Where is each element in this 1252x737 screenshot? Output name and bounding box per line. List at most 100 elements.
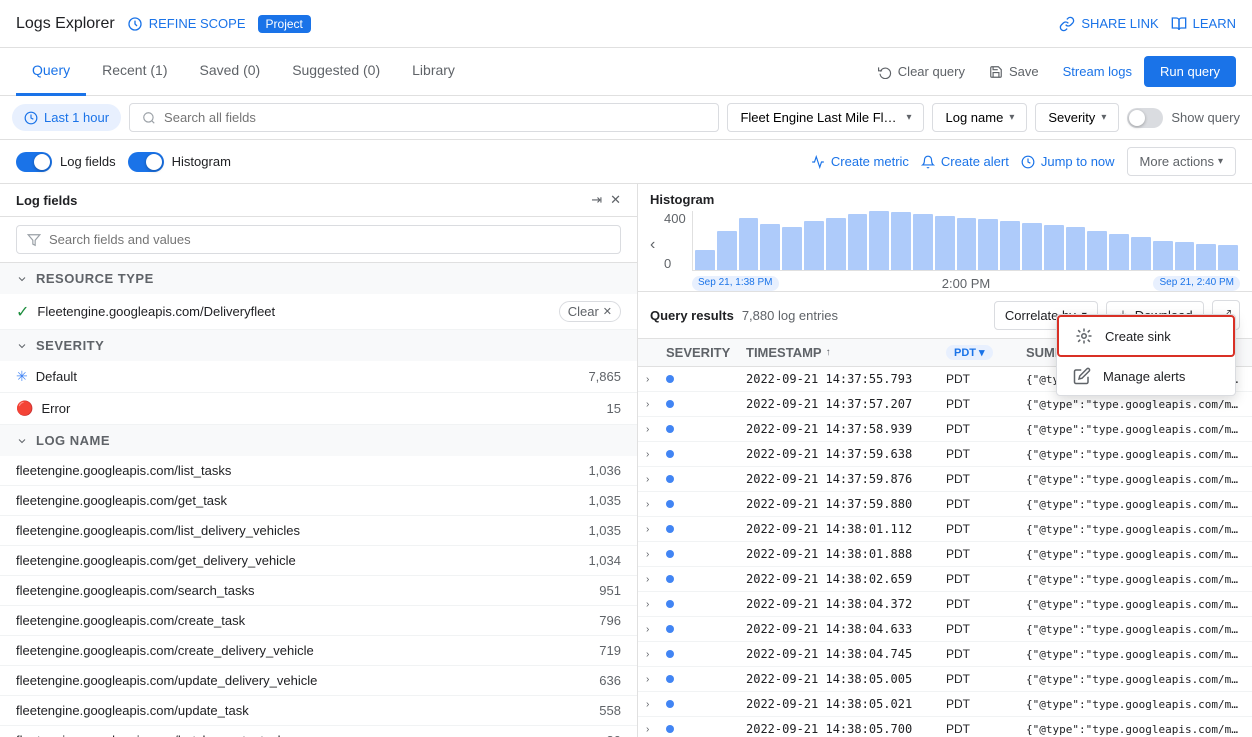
tab-suggested[interactable]: Suggested (0) xyxy=(276,48,396,96)
collapse-panel-button[interactable]: ✕ xyxy=(610,192,621,208)
list-item[interactable]: fleetengine.googleapis.com/create_task 7… xyxy=(0,606,637,636)
table-row[interactable]: › 2022-09-21 14:38:02.659 PDT {"@type":"… xyxy=(638,567,1252,592)
pdt-badge-header: PDT ▾ xyxy=(946,345,993,360)
tab-saved[interactable]: Saved (0) xyxy=(183,48,276,96)
field-item-deliveryfleet[interactable]: ✓ Fleetengine.googleapis.com/Deliveryfle… xyxy=(0,294,637,330)
table-row[interactable]: › 2022-09-21 14:37:59.638 PDT {"@type":"… xyxy=(638,442,1252,467)
table-row[interactable]: › 2022-09-21 14:37:59.880 PDT {"@type":"… xyxy=(638,492,1252,517)
row-expand-toggle[interactable]: › xyxy=(646,374,666,385)
histogram-bars xyxy=(692,211,1240,271)
table-row[interactable]: › 2022-09-21 14:38:04.745 PDT {"@type":"… xyxy=(638,642,1252,667)
row-expand-toggle[interactable]: › xyxy=(646,474,666,485)
log-count-7: 719 xyxy=(599,643,621,658)
list-item[interactable]: fleetengine.googleapis.com/update_delive… xyxy=(0,666,637,696)
list-item[interactable]: fleetengine.googleapis.com/get_delivery_… xyxy=(0,546,637,576)
log-name-section-header[interactable]: LOG NAME xyxy=(0,425,637,456)
row-summary-cell: {"@type":"type.googleapis.com/maps.fleet… xyxy=(1026,548,1244,561)
row-expand-toggle[interactable]: › xyxy=(646,499,666,510)
clear-query-label: Clear query xyxy=(898,64,965,79)
more-actions-button[interactable]: More actions ▾ xyxy=(1127,147,1236,176)
learn-button[interactable]: LEARN xyxy=(1171,16,1236,32)
clear-field-button[interactable]: Clear ✕ xyxy=(559,301,621,322)
clear-query-button[interactable]: Clear query xyxy=(866,58,977,85)
histogram-section: Histogram ‹ 400 0 Sep 21, 1:38 PM 2:00 P… xyxy=(638,184,1252,292)
create-metric-button[interactable]: Create metric xyxy=(811,154,909,169)
manage-alerts-label: Manage alerts xyxy=(1103,369,1185,384)
row-severity-cell xyxy=(666,400,746,408)
table-row[interactable]: › 2022-09-21 14:38:05.005 PDT {"@type":"… xyxy=(638,667,1252,692)
table-row[interactable]: › 2022-09-21 14:38:04.633 PDT {"@type":"… xyxy=(638,617,1252,642)
share-link-label: SHARE LINK xyxy=(1081,16,1158,31)
severity-dropdown[interactable]: Severity ▾ xyxy=(1035,103,1119,132)
share-link-button[interactable]: SHARE LINK xyxy=(1059,16,1158,32)
time-range-button[interactable]: Last 1 hour xyxy=(12,104,121,131)
tab-recent[interactable]: Recent (1) xyxy=(86,48,183,96)
show-query-toggle-container: Show query xyxy=(1127,108,1240,128)
list-item[interactable]: fleetengine.googleapis.com/list_tasks 1,… xyxy=(0,456,637,486)
table-row[interactable]: › 2022-09-21 14:38:05.700 PDT {"@type":"… xyxy=(638,717,1252,737)
row-pdt-cell: PDT xyxy=(946,722,1026,736)
list-item[interactable]: fleetengine.googleapis.com/get_task 1,03… xyxy=(0,486,637,516)
list-item[interactable]: fleetengine.googleapis.com/batch_create_… xyxy=(0,726,637,737)
show-query-toggle[interactable] xyxy=(1127,108,1163,128)
table-row[interactable]: › 2022-09-21 14:38:05.021 PDT {"@type":"… xyxy=(638,692,1252,717)
row-expand-toggle[interactable]: › xyxy=(646,699,666,710)
table-row[interactable]: › 2022-09-21 14:37:59.876 PDT {"@type":"… xyxy=(638,467,1252,492)
dropdown-item-manage-alerts[interactable]: Manage alerts xyxy=(1057,357,1235,395)
field-item-default[interactable]: ✳ Default 7,865 xyxy=(0,361,637,393)
list-item[interactable]: fleetengine.googleapis.com/list_delivery… xyxy=(0,516,637,546)
resource-dropdown[interactable]: Fleet Engine Last Mile Fle... ▾ xyxy=(727,103,924,132)
row-timestamp-cell: 2022-09-21 14:37:58.939 xyxy=(746,422,946,436)
search-input[interactable] xyxy=(164,110,706,125)
row-expand-toggle[interactable]: › xyxy=(646,574,666,585)
create-alert-button[interactable]: Create alert xyxy=(921,154,1009,169)
row-expand-toggle[interactable]: › xyxy=(646,524,666,535)
row-expand-toggle[interactable]: › xyxy=(646,549,666,560)
list-item[interactable]: fleetengine.googleapis.com/create_delive… xyxy=(0,636,637,666)
log-name-dropdown[interactable]: Log name ▾ xyxy=(932,103,1027,132)
row-expand-toggle[interactable]: › xyxy=(646,674,666,685)
tab-query[interactable]: Query xyxy=(16,48,86,96)
histogram-toggle[interactable] xyxy=(128,152,164,172)
row-expand-toggle[interactable]: › xyxy=(646,424,666,435)
table-row[interactable]: › 2022-09-21 14:37:58.939 PDT {"@type":"… xyxy=(638,417,1252,442)
table-row[interactable]: › 2022-09-21 14:38:04.372 PDT {"@type":"… xyxy=(638,592,1252,617)
topbar: Logs Explorer REFINE SCOPE Project SHARE… xyxy=(0,0,1252,48)
row-expand-toggle[interactable]: › xyxy=(646,649,666,660)
expand-icon: ⇥ xyxy=(591,192,602,207)
histogram-nav-left[interactable]: ‹ xyxy=(650,236,655,254)
dropdown-item-create-sink[interactable]: Create sink xyxy=(1057,315,1235,357)
query-results-count: 7,880 log entries xyxy=(742,308,838,323)
row-expand-toggle[interactable]: › xyxy=(646,449,666,460)
save-button[interactable]: Save xyxy=(977,58,1051,85)
jump-to-now-button[interactable]: Jump to now xyxy=(1021,154,1115,169)
table-row[interactable]: › 2022-09-21 14:38:01.112 PDT {"@type":"… xyxy=(638,517,1252,542)
severity-section-label: SEVERITY xyxy=(36,338,104,353)
chevron-down-icon xyxy=(16,340,28,352)
list-item[interactable]: fleetengine.googleapis.com/update_task 5… xyxy=(0,696,637,726)
log-count-8: 636 xyxy=(599,673,621,688)
search-fields-input[interactable] xyxy=(49,232,610,247)
refine-scope-button[interactable]: REFINE SCOPE xyxy=(127,16,246,32)
table-row[interactable]: › 2022-09-21 14:38:01.888 PDT {"@type":"… xyxy=(638,542,1252,567)
histogram-bar xyxy=(913,214,933,270)
row-expand-toggle[interactable]: › xyxy=(646,724,666,735)
log-fields-toggle[interactable] xyxy=(16,152,52,172)
run-query-button[interactable]: Run query xyxy=(1144,56,1236,87)
row-expand-toggle[interactable]: › xyxy=(646,399,666,410)
list-item[interactable]: fleetengine.googleapis.com/search_tasks … xyxy=(0,576,637,606)
stream-logs-button[interactable]: Stream logs xyxy=(1051,58,1144,85)
error-severity-icon: 🔴 xyxy=(16,400,33,417)
tab-library[interactable]: Library xyxy=(396,48,471,96)
jump-to-now-label: Jump to now xyxy=(1041,154,1115,169)
severity-section-header[interactable]: SEVERITY xyxy=(0,330,637,361)
resource-type-section-header[interactable]: RESOURCE TYPE xyxy=(0,263,637,294)
create-sink-label: Create sink xyxy=(1105,329,1171,344)
col-timestamp-header[interactable]: TIMESTAMP ↑ xyxy=(746,345,946,360)
log-count-9: 558 xyxy=(599,703,621,718)
field-item-error[interactable]: 🔴 Error 15 xyxy=(0,393,637,425)
expand-panel-button[interactable]: ⇥ xyxy=(591,192,602,208)
row-expand-toggle[interactable]: › xyxy=(646,599,666,610)
histogram-bar xyxy=(717,231,737,270)
row-expand-toggle[interactable]: › xyxy=(646,624,666,635)
